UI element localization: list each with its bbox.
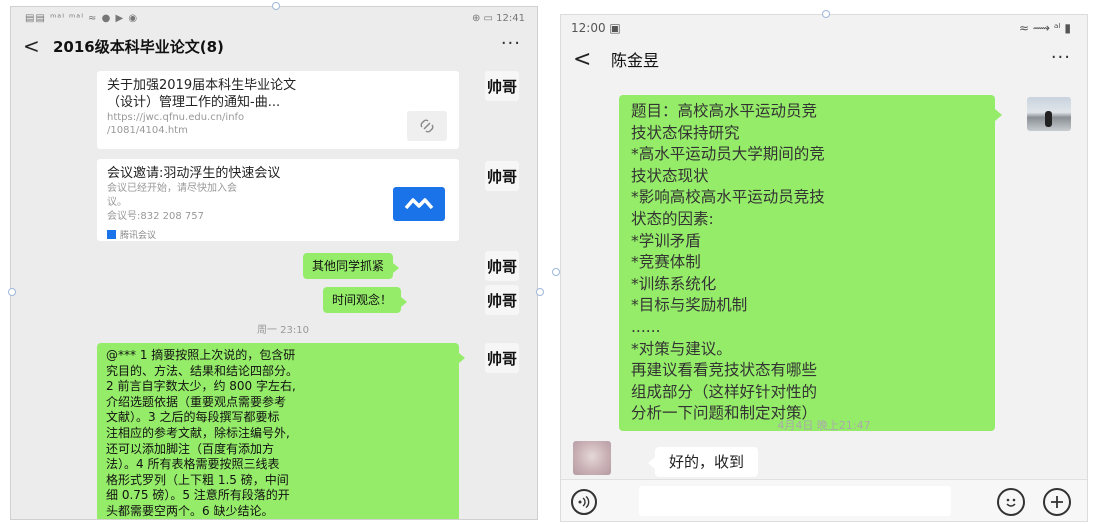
status-icons: ≈ ⟿ ᵃˡ ▮ [1019, 21, 1071, 35]
meeting-source: 腾讯会议 [107, 228, 449, 241]
message-timestamp: 周一 23:10 [257, 325, 309, 336]
status-icons: ▤▤ ᵐᵃˡ ᵐᵃˡ ≈ ● ▶ ◉ [25, 12, 139, 24]
right-chat-screen: 12:00 ▣ ≈ ⟿ ᵃˡ ▮ < 陈金昱 ··· 题目：高校高水平运动员竞技… [560, 14, 1088, 522]
input-bar [561, 479, 1087, 521]
back-button[interactable]: < [23, 34, 47, 58]
reply-bubble[interactable]: 好的，收到 [647, 447, 759, 477]
selection-handle [536, 288, 544, 296]
meeting-title: 会议邀请:羽动浮生的快速会议 [107, 166, 281, 181]
message-input[interactable] [639, 486, 951, 516]
card-title-line-1: 关于加强2019届本科生毕业论文 [107, 78, 297, 93]
chat-title: 陈金昱 [611, 51, 660, 70]
tencent-meeting-icon [107, 230, 116, 239]
long-message-line: 究目的、方法、结果和结论四部分。 [106, 363, 299, 378]
outline-line: *训练系统化 [631, 274, 717, 293]
long-message-bubble[interactable]: @*** 1 摘要按照上次说的，包含研 究目的、方法、结果和结论四部分。 2 前言自… [97, 343, 465, 519]
status-clock: ⊕ ▭ 12:41 [471, 12, 525, 24]
message-bubble-outline[interactable]: 题目：高校高水平运动员竞 技状态保持研究 *高水平运动员大学期间的竞 技状态现状 *影响… [619, 95, 1002, 431]
link-card-notice[interactable]: 关于加强2019届本科生毕业论文 （设计）管理工作的通知-曲... https:… [97, 71, 459, 149]
long-message-line: 细 0.75 磅）。5 注意所有段落的开 [106, 488, 290, 503]
long-message-line: 还可以添加脚注（百度有添加方 [106, 441, 275, 456]
outline-line: 题目：高校高水平运动员竞 [631, 102, 818, 120]
outline-line: 技状态保持研究 [631, 123, 740, 142]
long-message-line: 头都需要空两个。6 缺少结论。 [106, 503, 274, 518]
contact-avatar[interactable] [573, 441, 611, 475]
status-bar: 12:00 ▣ ≈ ⟿ ᵃˡ ▮ [561, 15, 1087, 41]
sender-avatar[interactable]: 帅哥 [485, 343, 519, 373]
card-url-line-2: /1081/4104.htm [107, 125, 188, 136]
outline-text: 题目：高校高水平运动员竞 技状态保持研究 *高水平运动员大学期间的竞 技状态现状 *影响… [631, 101, 983, 425]
voice-icon[interactable] [571, 489, 597, 515]
sender-avatar[interactable]: 帅哥 [485, 251, 519, 281]
outline-line: 技状态现状 [631, 166, 709, 185]
long-message-line: 注相应的参考文献，除标注编号外, [106, 425, 290, 440]
outline-line: ...... [631, 317, 661, 336]
chat-title: 2016级本科毕业论文(8) [53, 37, 224, 56]
card-title-line-2: （设计）管理工作的通知-曲... [107, 95, 281, 110]
meeting-invite-card[interactable]: 会议邀请:羽动浮生的快速会议 会议已经开始，请尽快加入会 议。 会议号:832 … [97, 159, 459, 241]
back-button[interactable]: < [573, 47, 597, 72]
outline-line: 再建议看看竞技状态有哪些 [631, 361, 818, 380]
long-message-line: 法）。4 所有表格需要按照三线表 [106, 457, 280, 472]
outline-line: *竞赛体制 [631, 253, 701, 272]
message-bubble[interactable]: 时间观念！ [323, 287, 408, 313]
status-bar: ▤▤ ᵐᵃˡ ᵐᵃˡ ≈ ● ▶ ◉ ⊕ ▭ 12:41 [11, 7, 537, 29]
selection-handle [8, 288, 16, 296]
outline-line: 状态的因素: [631, 209, 714, 228]
outline-line: *影响高校高水平运动员竞技 [631, 188, 825, 207]
self-avatar[interactable] [1027, 97, 1071, 131]
message-timestamp: 4月4日 晚上21:47 [777, 419, 871, 432]
link-icon [407, 111, 447, 141]
more-button[interactable]: ··· [501, 33, 521, 54]
sender-avatar[interactable]: 帅哥 [485, 285, 519, 315]
chat-header: < 陈金昱 ··· [561, 41, 1087, 77]
long-message-line: 格形式罗列（上下粗 1.5 磅，中间 [106, 472, 289, 487]
plus-icon[interactable] [1043, 488, 1071, 516]
avatar-figure [1045, 111, 1052, 127]
long-message-line: @*** 1 摘要按照上次说的，包含研 [106, 348, 296, 362]
outline-line: *高水平运动员大学期间的竞 [631, 145, 825, 164]
long-message-line: 介绍选题依据（重要观点需要参考 [106, 394, 287, 409]
status-clock: 12:00 ▣ [571, 21, 621, 35]
outline-line: *学训矛盾 [631, 231, 701, 250]
sender-avatar[interactable]: 帅哥 [485, 71, 519, 101]
long-message-line: 2 前言自字数太少，约 800 字左右, [106, 379, 296, 394]
meeting-source-label: 腾讯会议 [120, 231, 157, 241]
left-chat-screen: ▤▤ ᵐᵃˡ ᵐᵃˡ ≈ ● ▶ ◉ ⊕ ▭ 12:41 < 2016级本科毕业… [10, 6, 538, 520]
more-button[interactable]: ··· [1051, 47, 1071, 68]
outline-line: *对策与建议。 [631, 339, 732, 358]
chat-header: < 2016级本科毕业论文(8) ··· [11, 29, 537, 63]
selection-handle [552, 268, 560, 276]
sender-avatar[interactable]: 帅哥 [485, 161, 519, 191]
emoji-icon[interactable] [997, 488, 1025, 516]
message-bubble[interactable]: 其他同学抓紧 [303, 253, 400, 279]
long-message-line: 文献）。3 之后的每段撰写都要标 [106, 410, 280, 425]
outline-line: 组成部分（这样好针对性的 [631, 382, 818, 401]
long-message-text: @*** 1 摘要按照上次说的，包含研 究目的、方法、结果和结论四部分。 2 前言自… [106, 348, 450, 519]
selection-handle [272, 2, 280, 10]
card-url-line-1: https://jwc.qfnu.edu.cn/info [107, 112, 245, 123]
outline-line: *目标与奖励机制 [631, 296, 748, 315]
meeting-logo-icon [393, 187, 445, 221]
selection-handle [822, 10, 830, 18]
